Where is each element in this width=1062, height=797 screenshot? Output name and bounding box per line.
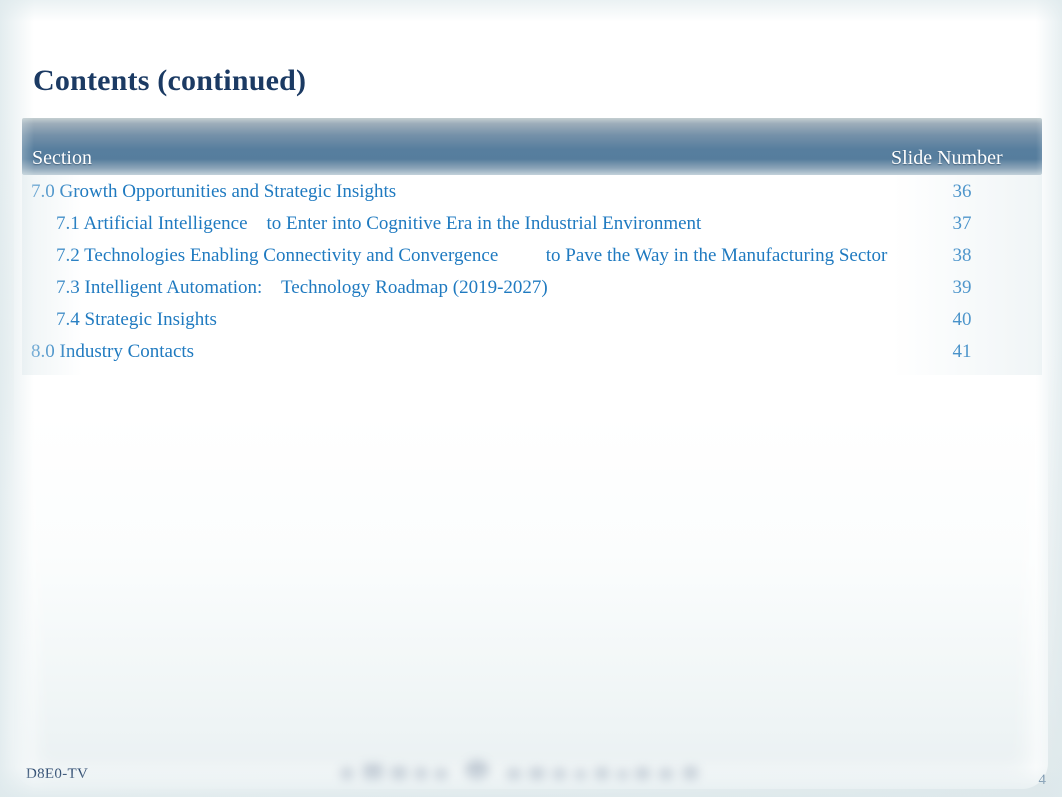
table-row-slide-number: 39 bbox=[952, 277, 972, 298]
table-row[interactable]: 7.4 Strategic Insights 40 bbox=[22, 304, 1042, 336]
table-row[interactable]: 7.1 Artificial Intelligence to Enter int… bbox=[22, 208, 1042, 240]
footer-document-code: D8E0-TV bbox=[26, 766, 89, 782]
column-header-slide-number: Slide Number bbox=[891, 147, 1003, 169]
blurred-company-logo-watermark-icon bbox=[337, 759, 737, 785]
table-row[interactable]: 7.2 Technologies Enabling Connectivity a… bbox=[22, 240, 1042, 272]
presentation-slide: Contents (continued) Section Slide Numbe… bbox=[0, 0, 1062, 797]
table-row-section-label: 7.3 Intelligent Automation: Technology R… bbox=[56, 277, 548, 298]
table-row[interactable]: 7.3 Intelligent Automation: Technology R… bbox=[22, 272, 1042, 304]
table-row-section-label: 7.1 Artificial Intelligence to Enter int… bbox=[56, 213, 702, 234]
table-row-section-label: 7.0 Growth Opportunities and Strategic I… bbox=[31, 181, 397, 202]
table-row[interactable]: 8.0 Industry Contacts 41 bbox=[22, 336, 1042, 368]
table-row-section-label: 7.2 Technologies Enabling Connectivity a… bbox=[56, 245, 888, 266]
table-header-row: Section Slide Number bbox=[22, 118, 1042, 175]
column-header-section: Section bbox=[32, 147, 92, 169]
table-row-slide-number: 40 bbox=[952, 309, 972, 330]
table-row[interactable]: 7.0 Growth Opportunities and Strategic I… bbox=[22, 176, 1042, 208]
page-title: Contents (continued) bbox=[33, 64, 307, 98]
contents-row-list: 7.0 Growth Opportunities and Strategic I… bbox=[22, 175, 1042, 368]
table-row-slide-number: 38 bbox=[952, 245, 972, 266]
table-row-section-label: 8.0 Industry Contacts bbox=[31, 341, 195, 362]
table-row-section-label: 7.4 Strategic Insights bbox=[56, 309, 217, 330]
table-row-slide-number: 41 bbox=[952, 341, 972, 362]
slide-page-number: 4 bbox=[1038, 772, 1047, 788]
contents-table: Section Slide Number 7.0 Growth Opportun… bbox=[22, 118, 1042, 375]
table-row-slide-number: 36 bbox=[952, 181, 972, 202]
slide-footer: D8E0-TV 4 bbox=[0, 739, 1062, 797]
table-row-slide-number: 37 bbox=[952, 213, 972, 234]
